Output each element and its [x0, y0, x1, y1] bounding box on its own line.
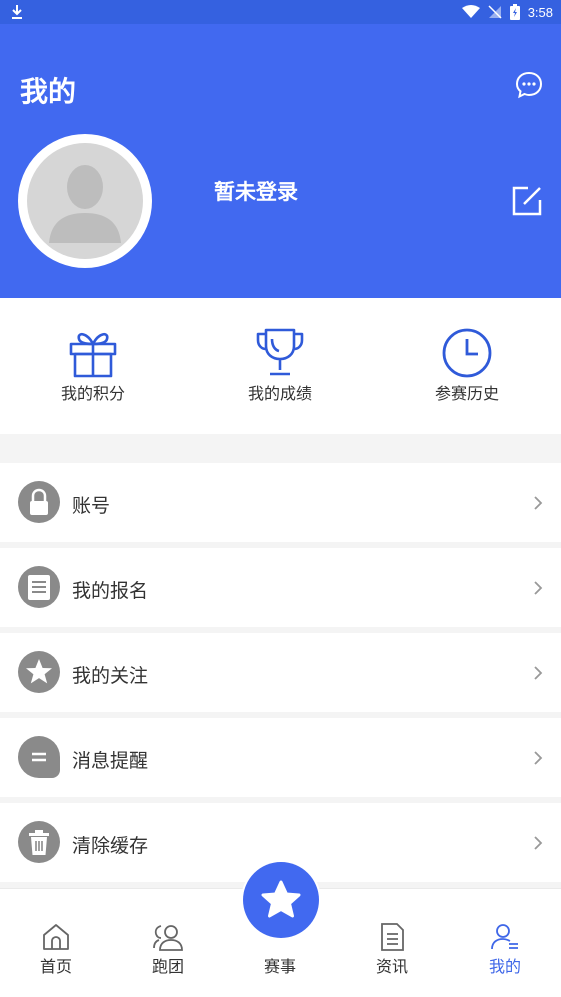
tab-team[interactable]: 跑团 [128, 921, 208, 977]
menu-item-notifications[interactable]: 消息提醒 [0, 718, 561, 797]
status-bar: 3:58 [0, 0, 561, 24]
tab-mine[interactable]: 我的 [465, 921, 545, 977]
document-icon [18, 566, 60, 608]
trophy-icon [256, 328, 304, 376]
quick-action-label: 我的成绩 [247, 384, 312, 403]
tab-label: 我的 [488, 957, 521, 976]
quick-actions: 我的积分 我的成绩 参赛历史 [0, 298, 561, 434]
chat-icon [18, 736, 60, 778]
no-signal-icon [488, 5, 502, 19]
star-icon [261, 880, 301, 918]
edit-icon[interactable] [510, 184, 544, 218]
menu-item-label: 我的报名 [72, 580, 149, 602]
chevron-right-icon [534, 496, 543, 510]
status-time: 3:58 [527, 4, 553, 20]
quick-action-label: 参赛历史 [434, 384, 499, 403]
trash-icon [18, 821, 60, 863]
clock-icon [442, 328, 492, 378]
chevron-right-icon [534, 836, 543, 850]
star-icon [18, 651, 60, 693]
events-fab-button[interactable] [243, 862, 319, 938]
quick-action-history[interactable]: 参赛历史 [407, 326, 527, 404]
home-icon [43, 924, 69, 950]
menu-item-following[interactable]: 我的关注 [0, 633, 561, 712]
menu-item-label: 我的关注 [72, 665, 149, 687]
avatar[interactable] [18, 134, 152, 268]
chevron-right-icon [534, 666, 543, 680]
login-status[interactable]: 暂未登录 [214, 176, 298, 206]
gift-icon [69, 333, 117, 378]
profile-icon [491, 924, 518, 950]
battery-charging-icon [509, 4, 520, 20]
tab-label: 资讯 [375, 957, 408, 976]
quick-action-scores[interactable]: 我的成绩 [220, 326, 340, 404]
tab-news[interactable]: 资讯 [352, 921, 432, 977]
team-icon [153, 925, 183, 951]
chevron-right-icon [534, 581, 543, 595]
tab-label: 跑团 [151, 957, 184, 976]
chevron-right-icon [534, 751, 543, 765]
tab-home[interactable]: 首页 [16, 921, 96, 977]
quick-action-label: 我的积分 [60, 384, 125, 403]
page-title: 我的 [20, 75, 77, 108]
lock-icon [18, 481, 60, 523]
download-icon [12, 5, 22, 19]
default-avatar-icon [27, 143, 143, 259]
menu-item-registration[interactable]: 我的报名 [0, 548, 561, 627]
menu-item-account[interactable]: 账号 [0, 463, 561, 542]
message-icon[interactable] [514, 70, 544, 100]
menu-item-label: 清除缓存 [72, 835, 149, 857]
profile-header: 我的 暂未登录 [0, 24, 561, 298]
menu-item-label: 账号 [72, 495, 111, 517]
tab-label: 赛事 [263, 957, 296, 976]
news-icon [381, 923, 404, 951]
quick-action-points[interactable]: 我的积分 [33, 326, 153, 404]
tab-label: 首页 [39, 957, 72, 976]
menu-item-label: 消息提醒 [72, 750, 149, 772]
wifi-icon [461, 5, 480, 18]
